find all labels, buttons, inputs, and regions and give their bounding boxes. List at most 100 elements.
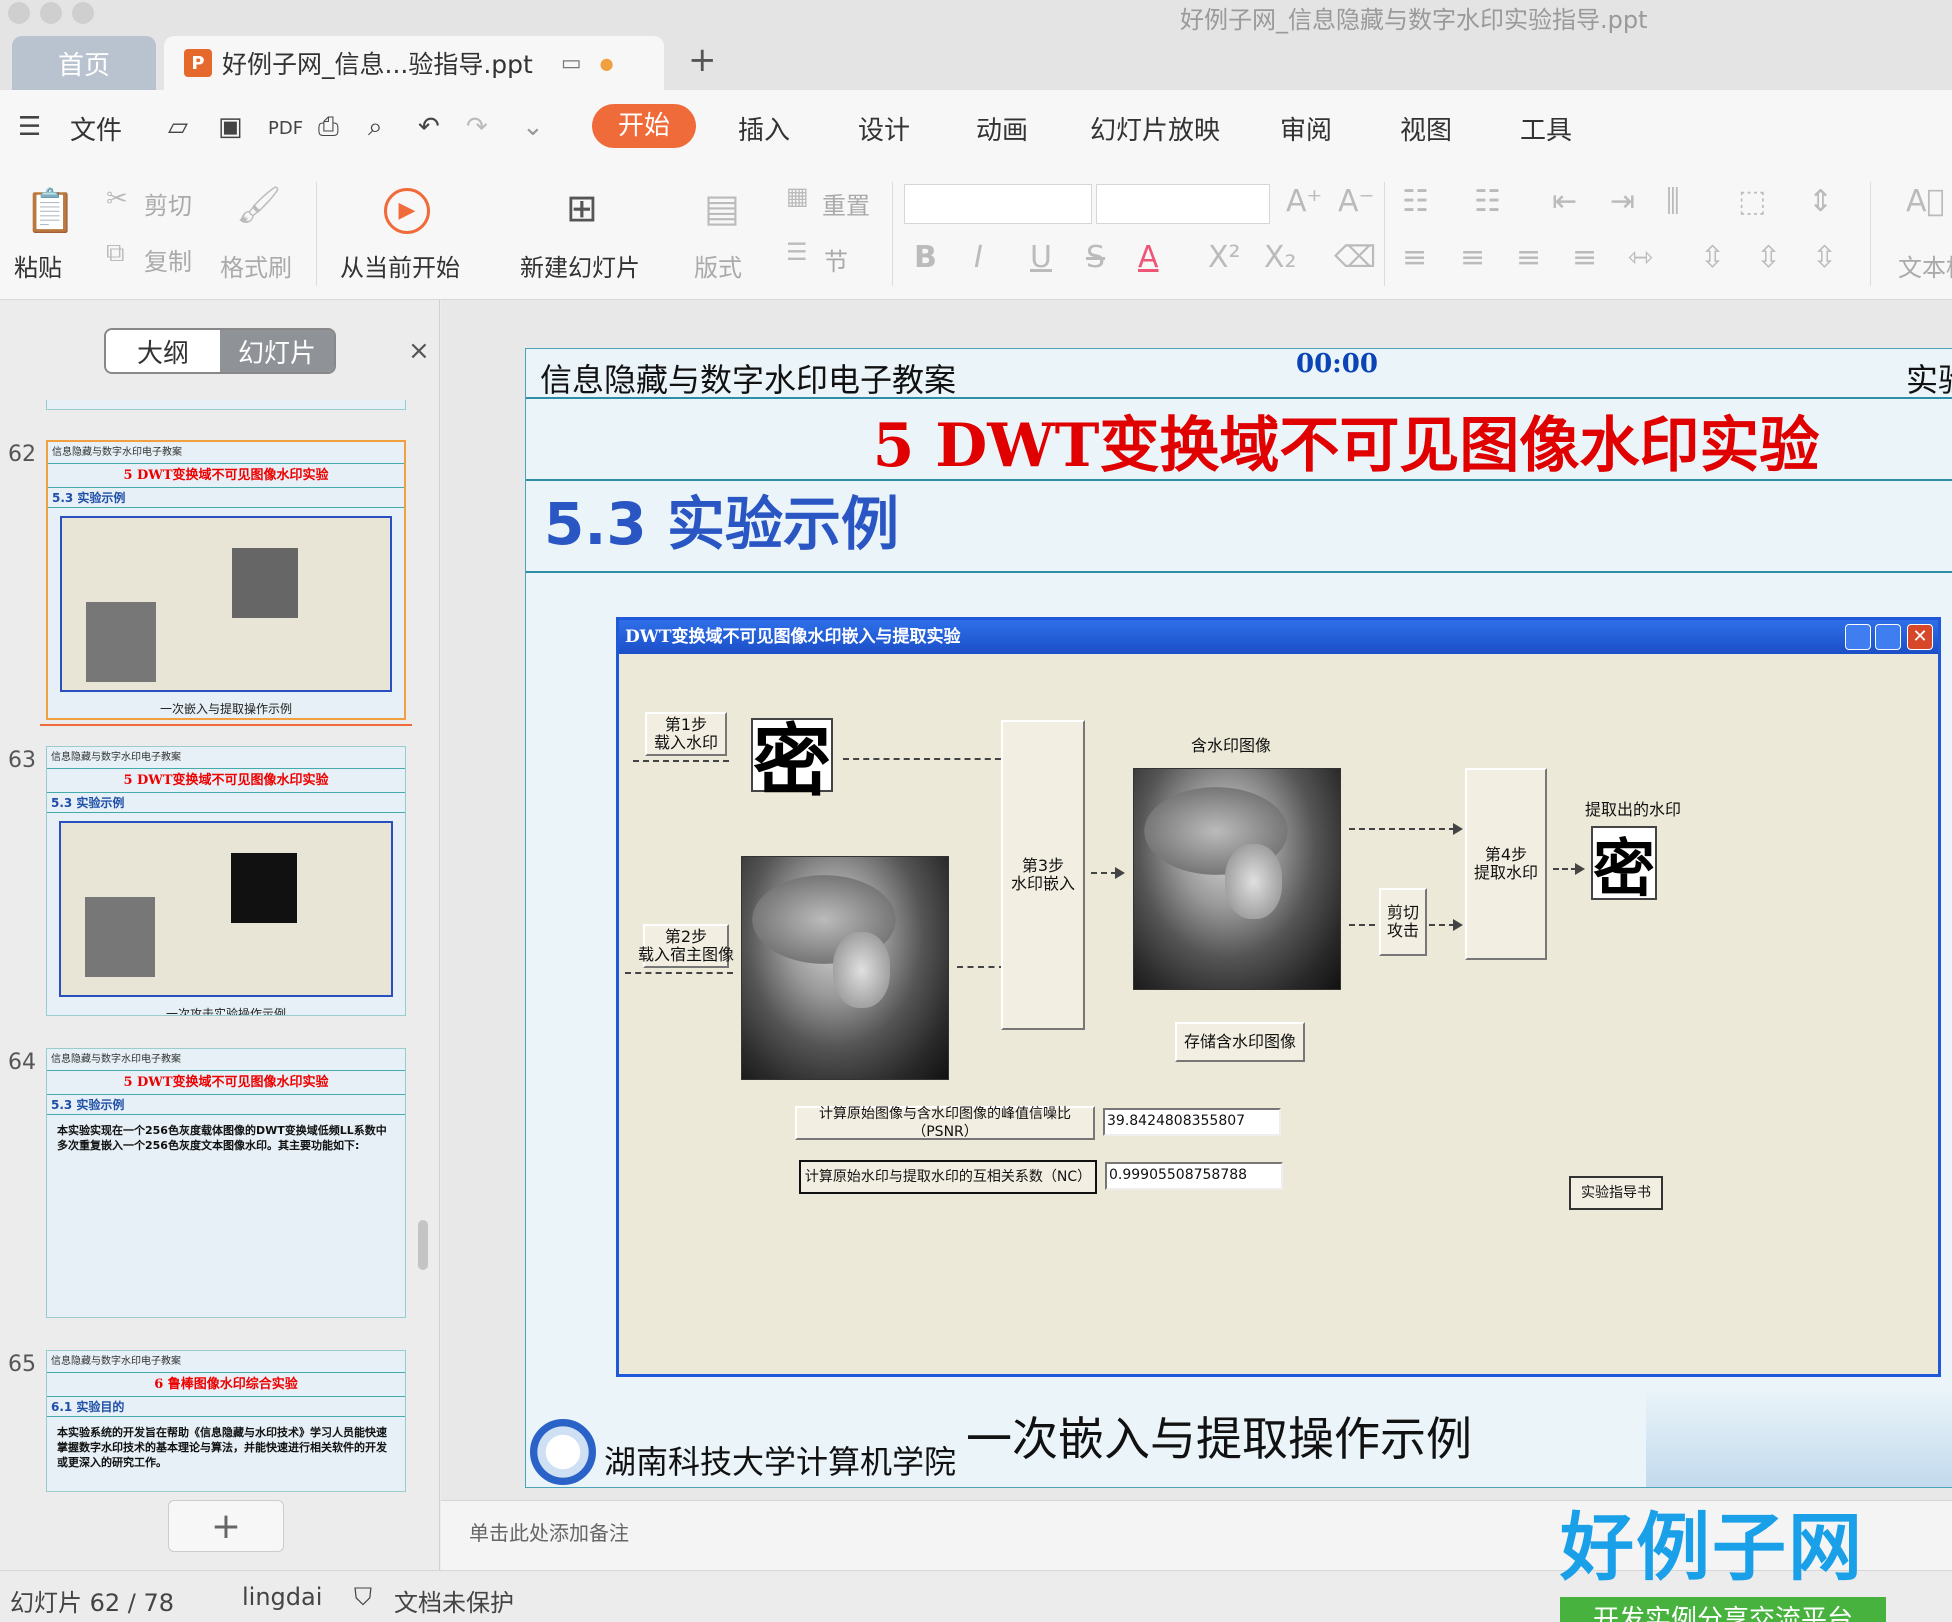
zoom-window-button[interactable]	[72, 2, 94, 24]
menu-animation[interactable]: 动画	[976, 110, 1028, 147]
tab-home[interactable]: 首页	[12, 36, 156, 90]
font-size-select[interactable]	[1096, 184, 1270, 224]
guide-book-button[interactable]: 实验指导书	[1569, 1176, 1663, 1210]
protection-status[interactable]: 文档未保护	[394, 1583, 514, 1618]
paste-button[interactable]: 粘贴	[14, 248, 62, 283]
align-right-icon[interactable]: ≡	[1516, 240, 1541, 275]
slide-thumbnail-64[interactable]: 信息隐藏与数字水印电子教案 5 DWT变换域不可见图像水印实验 5.3 实验示例…	[46, 1048, 406, 1318]
new-slide-icon[interactable]: ⊞	[566, 186, 598, 230]
line-spacing-icon[interactable]: ⇕	[1808, 184, 1833, 219]
load-watermark-button[interactable]: 第1步 载入水印	[645, 712, 727, 756]
section-icon[interactable]: ☰	[786, 238, 808, 266]
layout-button[interactable]: 版式	[694, 248, 742, 283]
align-center-icon[interactable]: ≡	[1460, 240, 1485, 275]
numbering-icon[interactable]: ☷	[1474, 184, 1501, 219]
pdf-icon[interactable]: PDF	[268, 118, 303, 139]
font-color-icon[interactable]: A	[1138, 240, 1159, 275]
preview-icon[interactable]: ⌕	[368, 112, 383, 143]
current-slide[interactable]: 信息隐藏与数字水印电子教案 00:00 实验 5 DWT变换域不可见图像水印实验…	[525, 348, 1952, 1488]
grow-font-icon[interactable]: A⁺	[1286, 184, 1322, 219]
increase-indent-icon[interactable]: ⇥	[1610, 184, 1635, 219]
italic-icon[interactable]: I	[974, 240, 983, 275]
menu-tools[interactable]: 工具	[1520, 110, 1572, 147]
close-icon[interactable]: ✕	[1907, 624, 1933, 650]
watermarked-image	[1133, 768, 1341, 990]
more-dropdown-icon[interactable]: ⌄	[522, 112, 544, 142]
tab-outline[interactable]: 大纲	[106, 330, 220, 372]
psnr-button[interactable]: 计算原始图像与含水印图像的峰值信噪比（PSNR）	[795, 1106, 1095, 1140]
slide-thumbnail-63[interactable]: 信息隐藏与数字水印电子教案 5 DWT变换域不可见图像水印实验 5.3 实验示例…	[46, 746, 406, 1016]
reset-icon[interactable]: ▦	[786, 182, 809, 210]
clear-format-icon[interactable]: ⌫	[1334, 240, 1376, 275]
bullets-icon[interactable]: ☷	[1402, 184, 1429, 219]
cut-icon[interactable]: ✂	[106, 184, 128, 214]
minimize-window-button[interactable]	[40, 2, 62, 24]
menu-slideshow[interactable]: 幻灯片放映	[1090, 110, 1220, 147]
maximize-icon[interactable]	[1875, 624, 1901, 650]
subscript-icon[interactable]: X₂	[1264, 240, 1297, 275]
font-family-select[interactable]	[904, 184, 1092, 224]
hamburger-icon[interactable]: ☰	[18, 112, 41, 142]
close-pane-icon[interactable]: ×	[408, 336, 430, 366]
textbox-button[interactable]: 文本框	[1898, 248, 1952, 283]
textbox-icon[interactable]: A⃞	[1906, 184, 1945, 219]
slide-thumbnail-65[interactable]: 信息隐藏与数字水印电子教案 6 鲁棒图像水印综合实验 6.1 实验目的 本实验系…	[46, 1350, 406, 1492]
section-button[interactable]: 节	[824, 242, 848, 277]
slide-thumbnail-prev[interactable]	[46, 400, 406, 410]
reset-button[interactable]: 重置	[822, 186, 870, 221]
minimize-icon[interactable]	[1845, 624, 1871, 650]
copy-button[interactable]: 复制	[144, 242, 192, 277]
superscript-icon[interactable]: X²	[1208, 240, 1241, 275]
undo-icon[interactable]: ↶	[418, 112, 440, 142]
menu-start[interactable]: 开始	[592, 104, 696, 148]
spacing-after-icon[interactable]: ⇳	[1812, 240, 1837, 275]
screen-icon[interactable]: ▭	[561, 51, 582, 76]
menu-insert[interactable]: 插入	[738, 110, 790, 147]
menu-review[interactable]: 审阅	[1280, 110, 1332, 147]
paragraph-spacing-icon[interactable]: ⇳	[1700, 240, 1725, 275]
text-direction-icon[interactable]: ⫼	[1666, 184, 1680, 219]
brush-icon[interactable]: 🖌	[236, 184, 282, 226]
cut-button[interactable]: 剪切	[144, 186, 192, 221]
menu-design[interactable]: 设计	[858, 110, 910, 147]
decrease-indent-icon[interactable]: ⇤	[1552, 184, 1577, 219]
shrink-font-icon[interactable]: A⁻	[1338, 184, 1374, 219]
load-host-image-button[interactable]: 第2步 载入宿主图像	[638, 924, 734, 968]
layout-icon[interactable]: ▤	[704, 186, 740, 230]
add-slide-button[interactable]: +	[168, 1500, 284, 1552]
close-window-button[interactable]	[8, 2, 30, 24]
psnr-value-field[interactable]: 39.8424808355807	[1103, 1108, 1281, 1136]
nc-button[interactable]: 计算原始水印与提取水印的互相关系数（NC）	[799, 1160, 1097, 1194]
new-slide-button[interactable]: 新建幻灯片	[520, 248, 640, 283]
play-icon[interactable]: ▶	[384, 188, 430, 234]
bold-icon[interactable]: B	[914, 240, 937, 275]
underline-icon[interactable]: U	[1030, 240, 1052, 275]
format-painter-button[interactable]: 格式刷	[220, 248, 292, 283]
from-current-button[interactable]: 从当前开始	[340, 248, 460, 283]
distribute-icon[interactable]: ⇿	[1628, 240, 1653, 275]
embed-watermark-button[interactable]: 第3步 水印嵌入	[1001, 720, 1085, 1030]
align-left-icon[interactable]: ≡	[1402, 240, 1427, 275]
thumb-subtitle: 5.3 实验示例	[47, 793, 405, 813]
save-watermarked-image-button[interactable]: 存储含水印图像	[1175, 1022, 1305, 1062]
strikethrough-icon[interactable]: S	[1086, 240, 1105, 275]
nc-value-field[interactable]: 0.99905508758788	[1105, 1162, 1283, 1190]
new-tab-button[interactable]: +	[688, 40, 717, 80]
tab-document[interactable]: P 好例子网_信息...验指导.ppt ▭ ●	[164, 36, 664, 90]
save-icon[interactable]: ▣	[218, 112, 243, 142]
paste-icon[interactable]: 📋	[24, 186, 76, 236]
align-text-icon[interactable]: ⬚	[1738, 184, 1766, 219]
redo-icon[interactable]: ↷	[466, 112, 488, 142]
tab-slides[interactable]: 幻灯片	[220, 330, 334, 372]
pane-scrollbar[interactable]	[418, 1220, 428, 1270]
menu-view[interactable]: 视图	[1400, 110, 1452, 147]
extract-watermark-button[interactable]: 第4步 提取水印	[1465, 768, 1547, 960]
print-icon[interactable]: ⎙	[318, 112, 339, 143]
menu-file[interactable]: 文件	[70, 110, 122, 147]
spacing-before-icon[interactable]: ⇳	[1756, 240, 1781, 275]
copy-icon[interactable]: ⧉	[106, 238, 125, 269]
open-folder-icon[interactable]: ▱	[168, 112, 188, 142]
crop-attack-button[interactable]: 剪切 攻击	[1379, 888, 1427, 956]
slide-thumbnail-62[interactable]: 信息隐藏与数字水印电子教案 5 DWT变换域不可见图像水印实验 5.3 实验示例…	[46, 440, 406, 720]
justify-icon[interactable]: ≡	[1572, 240, 1597, 275]
